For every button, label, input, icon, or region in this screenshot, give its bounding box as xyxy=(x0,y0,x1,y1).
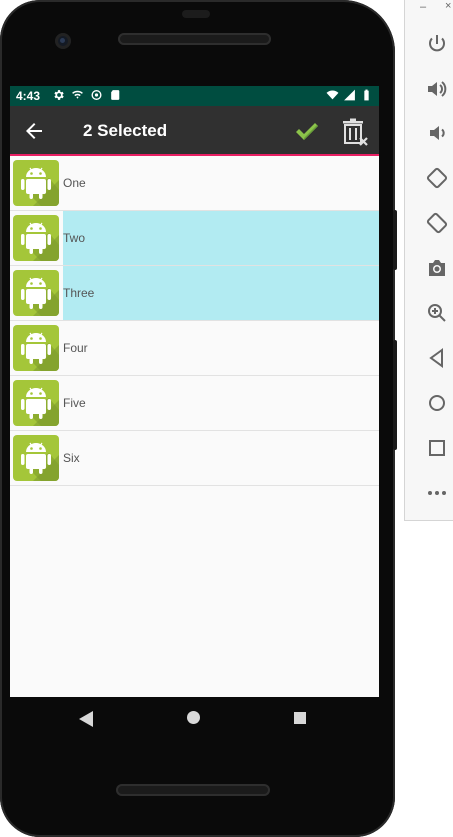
page-title: 2 Selected xyxy=(83,121,168,140)
nav-home-button[interactable] xyxy=(187,711,200,724)
arrow-back-icon[interactable] xyxy=(22,119,46,143)
android-icon xyxy=(13,325,59,371)
list-item[interactable]: Three xyxy=(10,266,379,321)
overview-icon[interactable] xyxy=(425,436,449,460)
nav-recents-button[interactable] xyxy=(294,712,306,724)
emulator-toolbar: – × xyxy=(404,0,453,521)
android-icon xyxy=(21,442,59,481)
android-icon xyxy=(13,160,59,206)
signal-icon xyxy=(344,89,355,101)
back-icon[interactable] xyxy=(425,346,449,370)
volume-down-icon[interactable] xyxy=(425,121,449,145)
volume-up-icon[interactable] xyxy=(425,77,449,101)
wifi-calling-icon xyxy=(72,90,83,99)
list-item-label: Four xyxy=(63,341,88,355)
list-item-label: Six xyxy=(63,451,80,465)
rotate-left-icon[interactable] xyxy=(425,166,449,190)
list-item-label: Three xyxy=(63,286,95,300)
list-item[interactable]: Two xyxy=(10,211,379,266)
list-item[interactable]: Five xyxy=(10,376,379,431)
camera-icon[interactable] xyxy=(425,256,449,280)
check-icon[interactable] xyxy=(294,120,318,142)
list-item-label: Five xyxy=(63,396,86,410)
phone-frame: 4:43 2 Selected One Two Three Four Five … xyxy=(0,0,397,837)
sd-card-icon xyxy=(111,90,120,100)
bottom-speaker xyxy=(116,784,270,796)
android-icon xyxy=(21,167,59,206)
zoom-icon[interactable] xyxy=(425,301,449,325)
top-speaker xyxy=(118,33,271,45)
sync-icon xyxy=(91,89,102,101)
list-item[interactable]: Four xyxy=(10,321,379,376)
power-icon[interactable] xyxy=(425,32,449,56)
android-icon xyxy=(13,215,59,261)
list-item[interactable]: One xyxy=(10,156,379,211)
status-time: 4:43 xyxy=(16,89,41,103)
rotate-right-icon[interactable] xyxy=(425,211,449,235)
earpiece xyxy=(182,10,210,18)
navigation-bar xyxy=(0,697,395,741)
android-icon xyxy=(21,332,59,371)
android-icon xyxy=(21,387,59,426)
list-item-label: Two xyxy=(63,231,86,245)
selection-highlight xyxy=(63,266,379,320)
front-camera xyxy=(55,33,71,49)
battery-icon xyxy=(364,89,369,101)
home-icon[interactable] xyxy=(425,391,449,415)
selection-highlight xyxy=(63,211,379,265)
delete-icon[interactable] xyxy=(342,118,368,146)
android-icon xyxy=(13,380,59,426)
nav-back-button[interactable] xyxy=(79,711,93,727)
close-icon[interactable]: × xyxy=(445,0,451,12)
status-bar: 4:43 xyxy=(10,86,379,106)
android-icon xyxy=(13,435,59,481)
android-icon xyxy=(13,270,59,316)
power-side-button xyxy=(393,210,397,270)
toolbar: 2 Selected xyxy=(10,106,379,156)
list-item[interactable]: Six xyxy=(10,431,379,486)
app-screen: 4:43 2 Selected One Two Three Four Five … xyxy=(10,86,379,697)
more-icon[interactable] xyxy=(425,481,449,505)
volume-side-button xyxy=(393,340,397,450)
item-list: One Two Three Four Five Six xyxy=(10,156,379,486)
wifi-icon xyxy=(326,90,339,100)
list-item-label: One xyxy=(63,176,86,190)
gear-icon xyxy=(54,90,64,100)
android-icon xyxy=(21,277,59,316)
minimize-icon[interactable]: – xyxy=(420,1,426,13)
android-icon xyxy=(21,222,59,261)
